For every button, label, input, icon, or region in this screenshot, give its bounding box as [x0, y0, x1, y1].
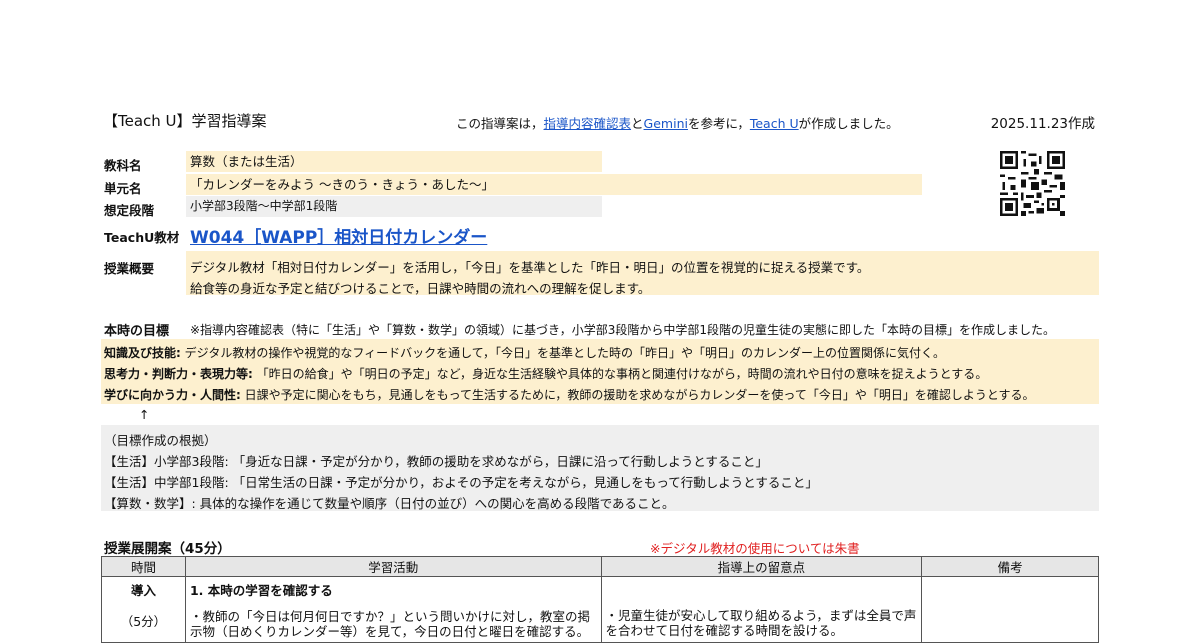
column-header-remarks: 備考 — [921, 556, 1099, 577]
points-cell: ・児童生徒が安心して取り組めるよう，まずは全員で声を合わせて日付を確認する時間を… — [600, 576, 923, 643]
goal-thinking: 思考力・判断力・表現力等: 「昨日の給食」や「明日の予定」など，身近な生活経験や… — [104, 365, 987, 382]
goal-knowledge-text: デジタル教材の操作や視覚的なフィードバックを通して，「今日」を基準とした時の「昨… — [180, 346, 945, 360]
points-text: ・児童生徒が安心して取り組めるよう，まずは全員で声を合わせて日付を確認する時間を… — [605, 608, 917, 638]
goal-knowledge-label: 知識及び技能: — [104, 346, 181, 360]
up-arrow: ↑ — [139, 407, 150, 422]
plan-red-note: ※デジタル教材の使用については朱書 — [650, 541, 860, 556]
activity-cell: 1. 本時の学習を確認する ・教師の「今日は何月何日ですか？」という問いかけに対… — [184, 576, 602, 643]
time-cell: 導入 （5分） — [101, 576, 186, 643]
goal-knowledge: 知識及び技能: デジタル教材の操作や視覚的なフィードバックを通して，「今日」を基… — [104, 344, 945, 361]
column-header-points: 指導上の留意点 — [600, 556, 923, 577]
content-checklist-link[interactable]: 指導内容確認表 — [544, 116, 632, 131]
table-row: 導入 （5分） 1. 本時の学習を確認する ・教師の「今日は何月何日ですか？」と… — [101, 576, 1099, 643]
subject-label: 教科名 — [104, 158, 142, 173]
goal-attitude: 学びに向かう力・人間性: 日課や予定に関心をもち，見通しをもって生活するために，… — [104, 386, 1034, 403]
qr-code[interactable] — [1000, 151, 1065, 216]
material-label: TeachU教材 — [104, 230, 180, 245]
note-suffix: が作成しました。 — [798, 116, 899, 131]
document-title: 【Teach U】学習指導案 — [103, 112, 267, 130]
note-mid2: を参考に， — [687, 116, 750, 131]
remarks-cell — [921, 576, 1099, 643]
goal-attitude-text: 日課や予定に関心をもち，見通しをもって生活するために，教師の援助を求めながらカレ… — [240, 388, 1035, 402]
table-header-row: 時間 学習活動 指導上の留意点 備考 — [101, 556, 1099, 577]
basis-line2: 【生活】中学部1段階: 「日常生活の日課・予定が分かり，およその予定を考えながら… — [104, 475, 818, 490]
subject-value: 算数（または生活） — [186, 151, 602, 172]
material-link[interactable]: W044［WAPP］相対日付カレンダー — [190, 223, 487, 248]
goal-attitude-label: 学びに向かう力・人間性: — [104, 388, 241, 402]
teachu-link[interactable]: Teach U — [750, 116, 799, 131]
column-header-time: 時間 — [101, 556, 186, 577]
overview-line1: デジタル教材「相対日付カレンダー」を活用し，「今日」を基準とした「昨日・明日」の… — [190, 260, 870, 275]
goals-label: 本時の目標 — [104, 324, 170, 339]
creation-date: 2025.11.23作成 — [990, 116, 1095, 132]
plan-heading: 授業展開案（45分） — [104, 541, 231, 557]
basis-heading: （目標作成の根拠） — [104, 433, 217, 448]
author-note: この指導案は，指導内容確認表とGeminiを参考に，Teach Uが作成しました… — [456, 113, 899, 132]
overview-line2: 給食等の身近な予定と結びつけることで，日課や時間の流れへの理解を促します。 — [190, 281, 651, 296]
level-value: 小学部3段階～中学部1段階 — [186, 196, 602, 217]
basis-box: （目標作成の根拠） 【生活】小学部3段階: 「身近な日課・予定が分かり，教師の援… — [101, 425, 1099, 511]
note-mid1: と — [631, 116, 644, 131]
overview-box: デジタル教材「相対日付カレンダー」を活用し，「今日」を基準とした「昨日・明日」の… — [186, 251, 1099, 296]
unit-label: 単元名 — [104, 181, 142, 196]
gemini-link[interactable]: Gemini — [644, 116, 688, 131]
basis-line3: 【算数・数学】: 具体的な操作を通じて数量や順序（日付の並び）への関心を高める段… — [104, 496, 675, 511]
goal-thinking-text: 「昨日の給食」や「明日の予定」など，身近な生活経験や具体的な事柄と関連付けながら… — [252, 367, 988, 381]
goal-thinking-label: 思考力・判断力・表現力等: — [104, 367, 253, 381]
goals-note: ※指導内容確認表（特に「生活」や「算数・数学」の領域）に基づき，小学部3段階から… — [190, 323, 1055, 337]
activity-title: 1. 本時の学習を確認する — [189, 583, 333, 598]
note-prefix: この指導案は， — [456, 116, 544, 131]
activity-text: ・教師の「今日は何月何日ですか？」という問いかけに対し，教室の掲示物（日めくりカ… — [189, 609, 590, 639]
level-label: 想定段階 — [104, 203, 155, 218]
column-header-activity: 学習活動 — [184, 556, 602, 577]
overview-label: 授業概要 — [104, 261, 155, 276]
time-phase: 導入 — [130, 583, 156, 598]
unit-value: 「カレンダーをみよう ～きのう・きょう・あした～」 — [186, 174, 922, 195]
time-minutes: （5分） — [120, 614, 167, 629]
basis-line1: 【生活】小学部3段階: 「身近な日課・予定が分かり，教師の援助を求めながら，日課… — [104, 454, 768, 469]
goals-box: 知識及び技能: デジタル教材の操作や視覚的なフィードバックを通して，「今日」を基… — [101, 339, 1099, 404]
